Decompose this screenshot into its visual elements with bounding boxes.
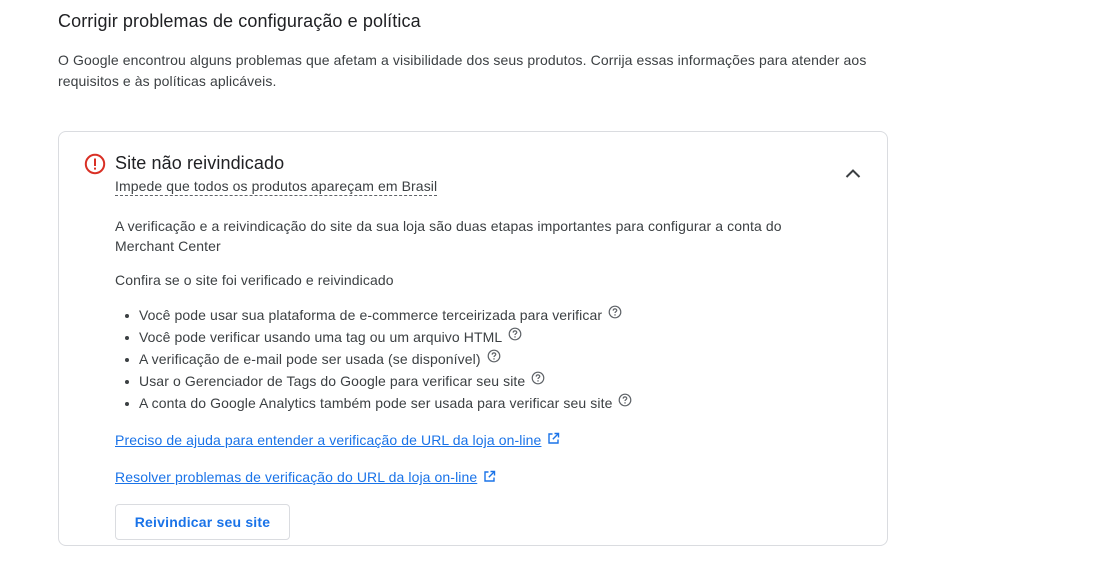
issue-card: Site não reivindicado Impede que todos o… bbox=[58, 131, 888, 546]
list-item-text: Você pode verificar usando uma tag ou um… bbox=[139, 329, 503, 345]
list-item-text: A verificação de e-mail pode ser usada (… bbox=[139, 351, 481, 367]
list-item-text: Usar o Gerenciador de Tags do Google par… bbox=[139, 373, 526, 389]
list-item: A verificação de e-mail pode ser usada (… bbox=[125, 347, 835, 370]
chevron-up-icon bbox=[843, 164, 863, 189]
issue-subtitle[interactable]: Impede que todos os produtos apareçam em… bbox=[115, 178, 438, 196]
collapse-button[interactable] bbox=[839, 162, 867, 190]
claim-site-button[interactable]: Reivindicar seu site bbox=[115, 504, 290, 540]
list-item-text: Você pode usar sua plataforma de e-comme… bbox=[139, 307, 603, 323]
list-item: A conta do Google Analytics também pode … bbox=[125, 391, 835, 414]
help-icon[interactable] bbox=[531, 369, 545, 391]
section-title: Corrigir problemas de configuração e pol… bbox=[58, 11, 421, 31]
section-description: O Google encontrou alguns problemas que … bbox=[58, 52, 867, 89]
open-in-new-icon bbox=[547, 430, 560, 450]
troubleshoot-verification-link[interactable]: Resolver problemas de verificação do URL… bbox=[115, 469, 477, 485]
help-icon[interactable] bbox=[487, 347, 501, 369]
help-link-row: Preciso de ajuda para entender a verific… bbox=[115, 430, 835, 451]
list-item: Você pode usar sua plataforma de e-comme… bbox=[125, 303, 835, 326]
help-icon[interactable] bbox=[618, 391, 632, 413]
help-icon[interactable] bbox=[508, 325, 522, 347]
list-item: Usar o Gerenciador de Tags do Google par… bbox=[125, 369, 835, 392]
error-icon bbox=[84, 153, 106, 175]
help-verification-link[interactable]: Preciso de ajuda para entender a verific… bbox=[115, 432, 541, 448]
verification-options-list: Você pode usar sua plataforma de e-comme… bbox=[115, 304, 835, 414]
page: Corrigir problemas de configuração e pol… bbox=[0, 0, 1117, 577]
issue-title: Site não reivindicado bbox=[115, 153, 285, 173]
open-in-new-icon bbox=[483, 468, 496, 488]
help-icon[interactable] bbox=[608, 303, 622, 325]
list-item: Você pode verificar usando uma tag ou um… bbox=[125, 325, 835, 348]
check-paragraph: Confira se o site foi verificado e reivi… bbox=[115, 272, 394, 288]
list-item-text: A conta do Google Analytics também pode … bbox=[139, 395, 613, 411]
issue-body: A verificação e a reivindicação do site … bbox=[115, 216, 835, 489]
troubleshoot-link-row: Resolver problemas de verificação do URL… bbox=[115, 467, 835, 488]
verification-paragraph: A verificação e a reivindicação do site … bbox=[115, 218, 782, 254]
issue-header[interactable]: Site não reivindicado Impede que todos o… bbox=[59, 132, 887, 202]
